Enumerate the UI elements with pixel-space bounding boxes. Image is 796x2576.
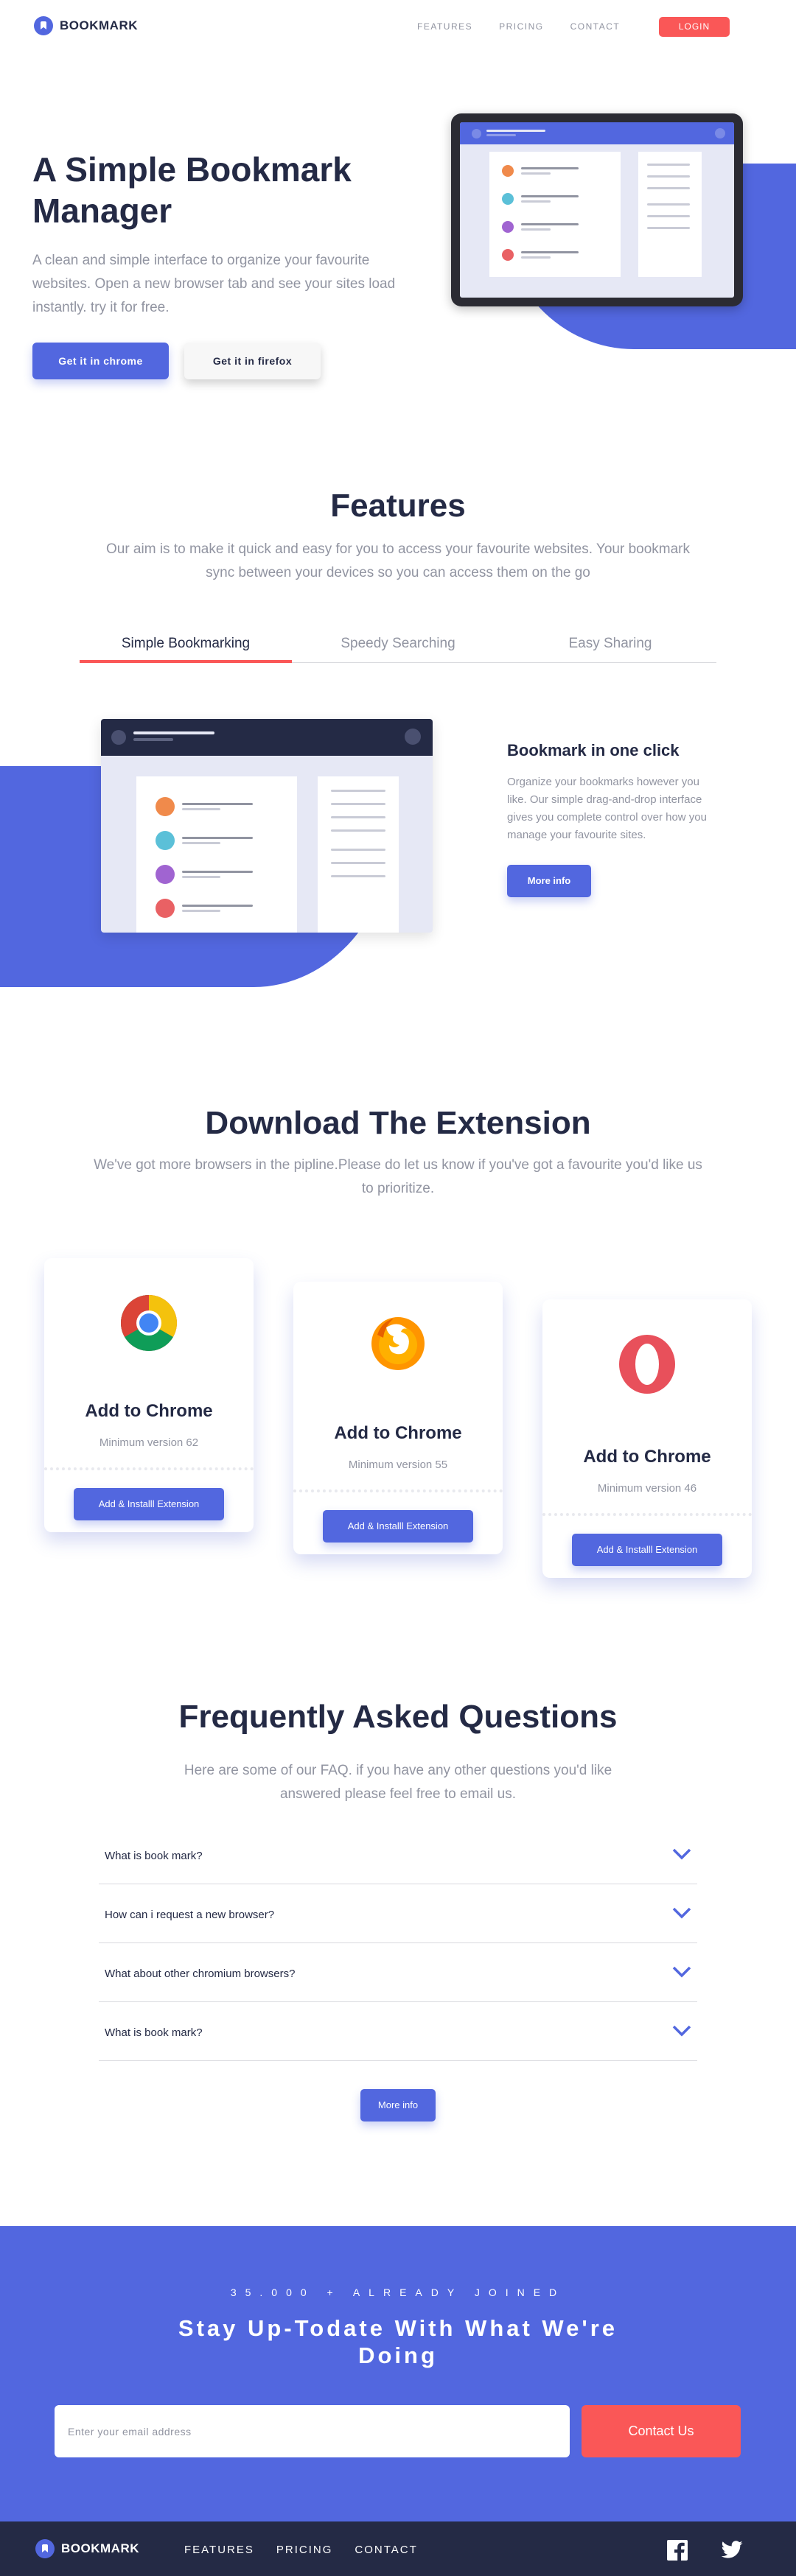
add-extension-button[interactable]: Add & Installl Extension [572, 1534, 722, 1566]
footer-logo[interactable]: BOOKMARK [35, 2539, 139, 2558]
card-divider [44, 1467, 254, 1470]
firefox-icon [371, 1317, 425, 1370]
footer-links: FEATURES PRICING CONTACT [184, 2544, 440, 2556]
nav-links: FEATURES PRICING CONTACT [417, 21, 646, 32]
top-nav: BOOKMARK FEATURES PRICING CONTACT LOGIN [0, 0, 796, 53]
faq-question: What is book mark? [105, 1850, 203, 1862]
tab-speedy-searching[interactable]: Speedy Searching [292, 629, 504, 662]
tab-simple-bookmarking[interactable]: Simple Bookmarking [80, 629, 292, 663]
card-title: Add to Chrome [334, 1423, 462, 1443]
feature-browser-illustration [101, 719, 433, 933]
faq-subtitle: Here are some of our FAQ. if you have an… [184, 1763, 612, 1802]
chevron-down-icon[interactable] [672, 2024, 691, 2038]
logo[interactable]: BOOKMARK [34, 16, 138, 35]
card-version: Minimum version 55 [348, 1459, 448, 1471]
footer-logo-text: BOOKMARK [61, 2541, 139, 2555]
twitter-icon[interactable] [721, 2539, 743, 2561]
chevron-down-icon[interactable] [672, 1965, 691, 1979]
hero-text: A clean and simple interface to organize… [32, 253, 396, 315]
chevron-down-icon[interactable] [672, 1847, 691, 1861]
footer-link-contact[interactable]: CONTACT [355, 2544, 417, 2556]
chrome-icon [121, 1295, 177, 1351]
nav-link-contact[interactable]: CONTACT [570, 21, 621, 32]
bookmark-logo-icon [34, 16, 53, 35]
joined-count: 35.000 + ALREADY JOINED [230, 2287, 566, 2298]
add-extension-button[interactable]: Add & Installl Extension [74, 1488, 224, 1520]
faq-item[interactable]: What about other chromium browsers? [99, 1943, 697, 2002]
footer-link-pricing[interactable]: PRICING [276, 2544, 333, 2556]
bookmark-logo-icon [35, 2539, 55, 2558]
faq-question: What is book mark? [105, 2026, 203, 2039]
card-divider [293, 1489, 503, 1492]
extension-card-firefox: Add to Chrome Minimum version 55 Add & I… [293, 1282, 503, 1554]
nav-link-pricing[interactable]: PRICING [499, 21, 544, 32]
card-title: Add to Chrome [583, 1447, 711, 1467]
extension-card-opera: Add to Chrome Minimum version 46 Add & I… [542, 1299, 752, 1578]
newsletter-title: Stay Up-Todate With What We're Doing [178, 2315, 618, 2368]
features-title: Features [330, 488, 466, 524]
card-version: Minimum version 62 [99, 1436, 199, 1449]
download-title: Download The Extension [205, 1105, 591, 1141]
footer-link-features[interactable]: FEATURES [184, 2544, 254, 2556]
feature-tabs: Simple Bookmarking Speedy Searching Easy… [80, 629, 716, 663]
faq-title: Frequently Asked Questions [178, 1699, 618, 1735]
faq-more-info-button[interactable]: More info [360, 2089, 436, 2121]
nav-link-features[interactable]: FEATURES [417, 21, 472, 32]
newsletter-section: 35.000 + ALREADY JOINED Stay Up-Todate W… [0, 2226, 796, 2521]
tab-easy-sharing[interactable]: Easy Sharing [504, 629, 716, 662]
faq-question: What about other chromium browsers? [105, 1968, 296, 1980]
email-input[interactable] [55, 2405, 570, 2457]
get-firefox-button[interactable]: Get it in firefox [184, 343, 321, 379]
facebook-icon[interactable] [666, 2539, 688, 2561]
contact-us-button[interactable]: Contact Us [582, 2405, 741, 2457]
hero-title: A Simple Bookmark Manager [32, 150, 352, 230]
feature-more-info-button[interactable]: More info [507, 865, 591, 897]
feature-panel-title: Bookmark in one click [507, 741, 680, 759]
get-chrome-button[interactable]: Get it in chrome [32, 343, 169, 379]
hero-tablet-illustration [451, 113, 743, 306]
features-subtitle: Our aim is to make it quick and easy for… [105, 541, 691, 580]
faq-item[interactable]: What is book mark? [99, 1825, 697, 1884]
card-divider [542, 1513, 752, 1516]
feature-panel-text: Organize your bookmarks however you like… [507, 776, 707, 841]
card-title: Add to Chrome [85, 1401, 213, 1421]
opera-icon [619, 1335, 675, 1394]
extension-card-chrome: Add to Chrome Minimum version 62 Add & I… [44, 1258, 254, 1532]
faq-item[interactable]: How can i request a new browser? [99, 1884, 697, 1943]
add-extension-button[interactable]: Add & Installl Extension [323, 1510, 473, 1543]
logo-text: BOOKMARK [60, 18, 138, 32]
footer: BOOKMARK FEATURES PRICING CONTACT [0, 2521, 796, 2576]
faq-item[interactable]: What is book mark? [99, 2002, 697, 2061]
login-button[interactable]: LOGIN [659, 17, 730, 37]
faq-question: How can i request a new browser? [105, 1909, 275, 1921]
card-version: Minimum version 46 [597, 1482, 697, 1495]
download-subtitle: We've got more browsers in the pipline.P… [94, 1157, 702, 1196]
chevron-down-icon[interactable] [672, 1906, 691, 1920]
